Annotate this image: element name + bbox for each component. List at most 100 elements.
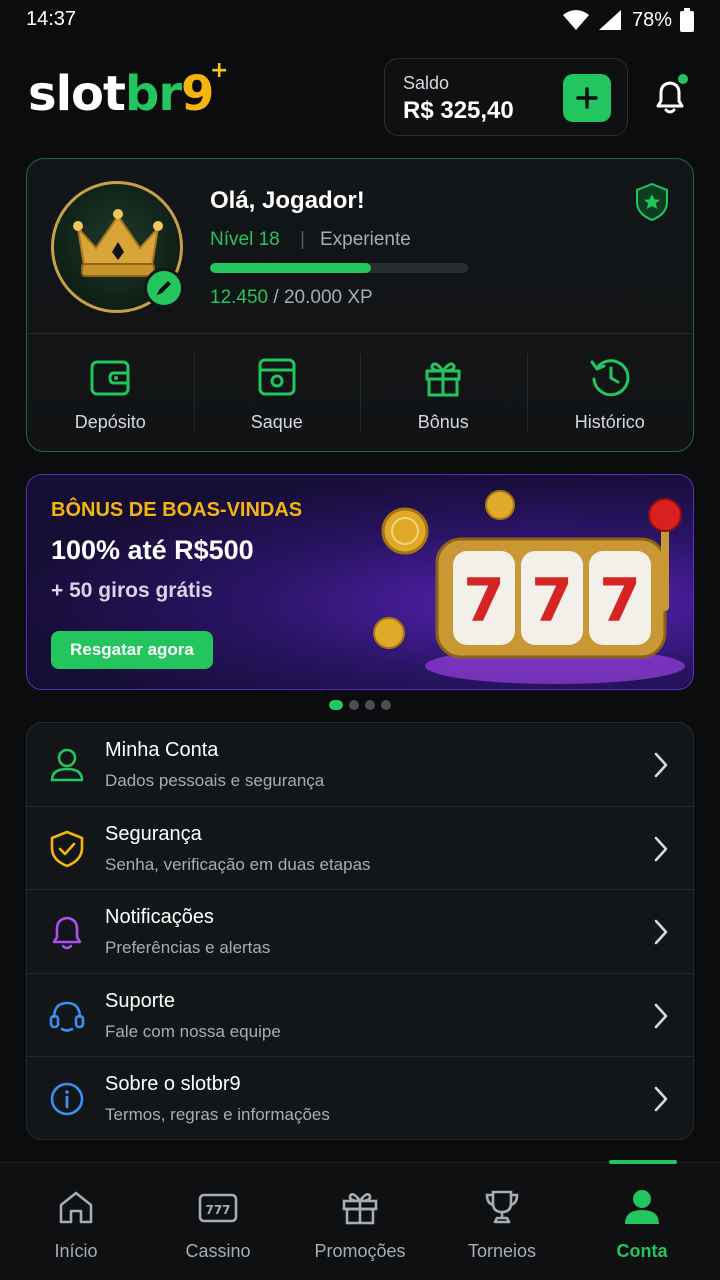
nav-home[interactable]: Início	[4, 1163, 148, 1280]
nav-promotions[interactable]: Promoções	[288, 1163, 432, 1280]
system-icons: 78%	[562, 6, 694, 34]
nav-account[interactable]: Conta	[570, 1163, 714, 1280]
notifications-button[interactable]	[648, 74, 692, 118]
menu-subtitle: Dados pessoais e segurança	[105, 771, 325, 790]
slot-machine-icon: 777	[198, 1193, 238, 1223]
action-withdraw[interactable]: Saque	[193, 334, 361, 452]
withdraw-icon	[258, 358, 296, 396]
balance-widget[interactable]: Saldo R$ 325,40	[384, 58, 628, 136]
claim-bonus-button[interactable]: Resgatar agora	[51, 631, 213, 669]
headset-icon	[49, 1001, 85, 1032]
profile-card: Olá, Jogador! Nível 18 | Experiente 12.4…	[26, 158, 694, 452]
level-separator: |	[300, 229, 305, 250]
notification-dot	[678, 74, 688, 84]
carousel-dot[interactable]	[365, 700, 375, 710]
menu-item-notifications[interactable]: Notificações Preferências e alertas	[27, 890, 693, 974]
status-bar: 14:37 78%	[0, 0, 720, 40]
balance-label: Saldo	[403, 73, 450, 93]
xp-text: 12.450 / 20.000 XP	[210, 287, 373, 309]
menu-subtitle: Fale com nossa equipe	[105, 1021, 281, 1041]
nav-label: Conta	[616, 1241, 668, 1261]
menu-title: Segurança	[105, 822, 202, 845]
account-menu: Minha Conta Dados pessoais e segurança S…	[26, 722, 694, 1140]
menu-subtitle: Senha, verificação em duas etapas	[105, 854, 371, 874]
wifi-icon	[562, 10, 589, 30]
nav-label: Cassino	[185, 1241, 251, 1261]
avatar[interactable]	[51, 181, 184, 313]
action-deposit[interactable]: Depósito	[27, 334, 194, 452]
crown-icon	[73, 209, 163, 277]
banner-eyebrow: BÔNUS DE BOAS-VINDAS	[51, 499, 303, 521]
gift-icon	[342, 1193, 378, 1225]
balance-value: R$ 325,40	[403, 97, 514, 124]
battery-icon	[680, 8, 694, 32]
app-logo[interactable]: slotbr9 +	[28, 58, 228, 122]
menu-item-security[interactable]: Segurança Senha, verificação em duas eta…	[27, 807, 693, 890]
shield-check-icon	[50, 830, 84, 867]
profile-level: Nível 18	[210, 229, 280, 250]
menu-item-my-account[interactable]: Minha Conta Dados pessoais e segurança	[27, 723, 693, 807]
promo-banner[interactable]: BÔNUS DE BOAS-VINDAS 100% até R$500 + 50…	[26, 474, 694, 690]
menu-title: Sobre o slotbr9	[105, 1073, 241, 1095]
action-label: Bônus	[417, 412, 469, 432]
signal-icon	[598, 10, 621, 30]
carousel-dot[interactable]	[381, 700, 391, 710]
rank-shield-icon[interactable]	[635, 183, 669, 221]
menu-title: Minha Conta	[105, 739, 219, 761]
action-history[interactable]: Histórico	[526, 334, 694, 452]
battery-percent: 78%	[631, 8, 672, 31]
gift-icon	[425, 362, 461, 397]
bell-icon	[52, 916, 82, 950]
pencil-icon	[157, 281, 171, 295]
user-icon	[50, 748, 84, 782]
menu-subtitle: Preferências e alertas	[105, 938, 271, 957]
action-label: Depósito	[74, 412, 146, 432]
banner-subtitle: + 50 giros grátis	[51, 579, 213, 602]
action-label: Saque	[250, 412, 303, 432]
carousel-dot[interactable]	[349, 700, 359, 710]
user-icon	[625, 1190, 659, 1224]
coin-icon	[373, 617, 405, 649]
info-icon	[50, 1082, 84, 1116]
chevron-right-icon	[654, 836, 668, 861]
history-icon	[590, 359, 630, 397]
coin-icon	[485, 490, 515, 520]
coin-icon	[381, 507, 429, 555]
bottom-navigation: Início 777 Cassino Promoções Torneios Co…	[0, 1160, 720, 1280]
action-bonus[interactable]: Bônus	[360, 334, 527, 452]
chevron-right-icon	[654, 919, 668, 945]
action-label: Histórico	[574, 412, 645, 432]
svg-text:777: 777	[205, 1203, 230, 1217]
profile-rank: Experiente	[320, 229, 411, 250]
nav-label: Torneios	[467, 1241, 537, 1261]
slot-machine-illustration: 7 7 7	[373, 490, 685, 684]
edit-avatar-button[interactable]	[144, 268, 184, 308]
menu-item-support[interactable]: Suporte Fale com nossa equipe	[27, 974, 693, 1057]
profile-greeting: Olá, Jogador!	[210, 187, 365, 214]
nav-label: Promoções	[314, 1241, 406, 1261]
menu-item-about[interactable]: Sobre o slotbr9 Termos, regras e informa…	[27, 1057, 693, 1139]
home-icon	[59, 1191, 93, 1224]
quick-actions: Depósito Saque Bônus Histórico	[27, 334, 693, 452]
app-header: slotbr9 + Saldo R$ 325,40	[0, 56, 720, 136]
nav-label: Início	[54, 1241, 98, 1261]
xp-current: 12.450	[210, 287, 269, 308]
trophy-icon	[485, 1190, 519, 1224]
status-time: 14:37	[26, 8, 77, 30]
slot-digit: 7	[599, 566, 641, 636]
menu-title: Notificações	[105, 906, 214, 928]
xp-progress-fill	[210, 263, 371, 273]
wallet-icon	[90, 360, 130, 396]
nav-casino[interactable]: 777 Cassino	[146, 1163, 290, 1280]
carousel-dot[interactable]	[329, 700, 343, 710]
add-funds-button[interactable]	[563, 74, 611, 122]
nav-tournaments[interactable]: Torneios	[430, 1163, 574, 1280]
menu-title: Suporte	[105, 989, 176, 1012]
carousel-indicator	[0, 700, 720, 710]
slot-digit: 7	[463, 566, 505, 636]
chevron-right-icon	[654, 752, 668, 778]
chevron-right-icon	[654, 1086, 668, 1112]
sparkle-icon: +	[209, 58, 228, 83]
menu-subtitle: Termos, regras e informações	[105, 1105, 330, 1124]
plus-icon	[576, 87, 598, 109]
